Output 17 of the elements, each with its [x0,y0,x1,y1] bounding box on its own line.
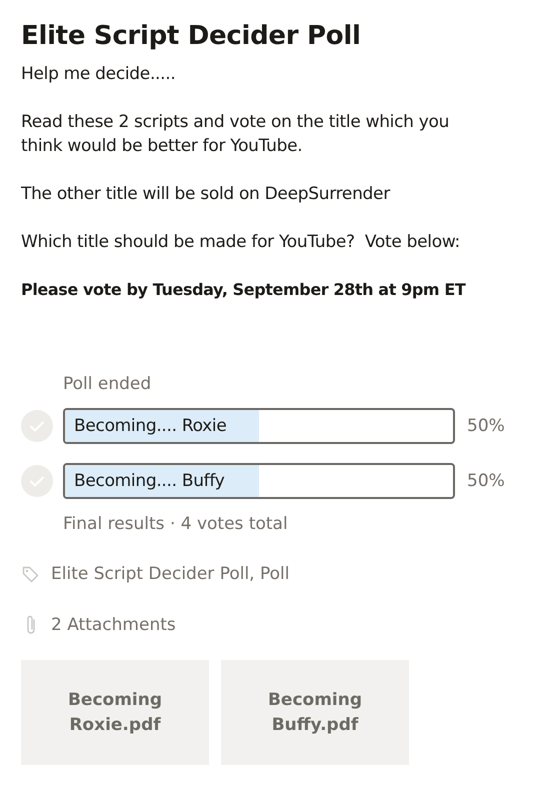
body-paragraph: Read these 2 scripts and vote on the title which you think would be better for YouTube. [21,111,450,158]
tag-list[interactable]: Elite Script Decider Poll, Poll [51,564,290,584]
attachment-tile[interactable]: Becoming Roxie.pdf [21,660,209,765]
vote-percentage: 50% [467,471,505,491]
poll-option: Becoming.... Roxie [63,408,455,444]
attachment-tile[interactable]: Becoming Buffy.pdf [221,660,409,765]
post-title: Elite Script Decider Poll [21,20,362,53]
poll-summary: Final results · 4 votes total [63,514,289,534]
body-paragraph: Which title should be made for YouTube? Vote below: [21,231,461,254]
body-paragraph: The other title will be sold on DeepSurrender [21,183,392,206]
attachments-count: 2 Attachments [51,615,176,635]
body-paragraph: Help me decide..... [21,63,176,86]
poll-option: Becoming.... Buffy [63,463,455,499]
tag-icon [21,564,41,584]
vote-percentage: 50% [467,416,505,436]
poll-status: Poll ended [63,373,152,396]
body-paragraph: Please vote by Tuesday, September 28th at 9pm ET [21,279,467,301]
